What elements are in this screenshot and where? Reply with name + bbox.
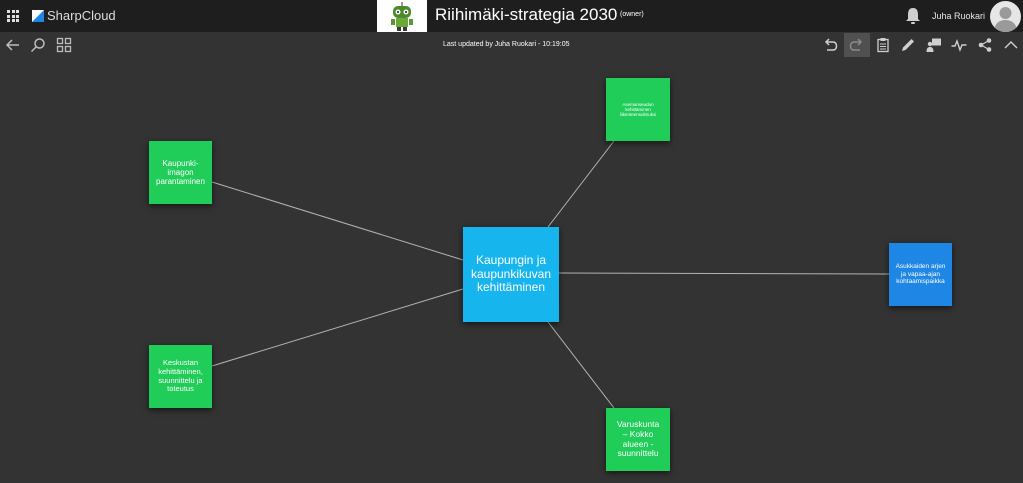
node-center[interactable]: Kaupungin ja kaupunkikuvan kehittäminen [463,227,559,322]
node-left-top-label: Kaupunki- imagon parantaminen [156,158,205,187]
node-bottom-label: Varuskunta – Kokko alueen - suunnittelu [616,418,660,459]
connector-line-left-top [211,181,464,261]
node-left-bottom[interactable]: Keskustan kehittäminen, suunnittelu ja t… [149,345,212,408]
connector-line-left-bottom [211,288,464,367]
connector-line-top [547,140,615,228]
node-right-label: Asukkaiden arjen ja vapaa-ajan kohtaamis… [895,263,946,286]
node-top[interactable]: Asemanseudun kehittäminen liikenteensolm… [606,78,670,141]
node-top-label: Asemanseudun kehittäminen liikenteensolm… [619,101,657,118]
connector-line-bottom [547,321,615,409]
node-left-top[interactable]: Kaupunki- imagon parantaminen [149,141,212,204]
node-left-bottom-label: Keskustan kehittäminen, suunnittelu ja t… [158,358,203,394]
connector-line-right [558,272,890,275]
node-bottom[interactable]: Varuskunta – Kokko alueen - suunnittelu [606,408,670,471]
node-center-label: Kaupungin ja kaupunkikuvan kehittäminen [470,252,552,295]
node-right[interactable]: Asukkaiden arjen ja vapaa-ajan kohtaamis… [889,243,952,306]
